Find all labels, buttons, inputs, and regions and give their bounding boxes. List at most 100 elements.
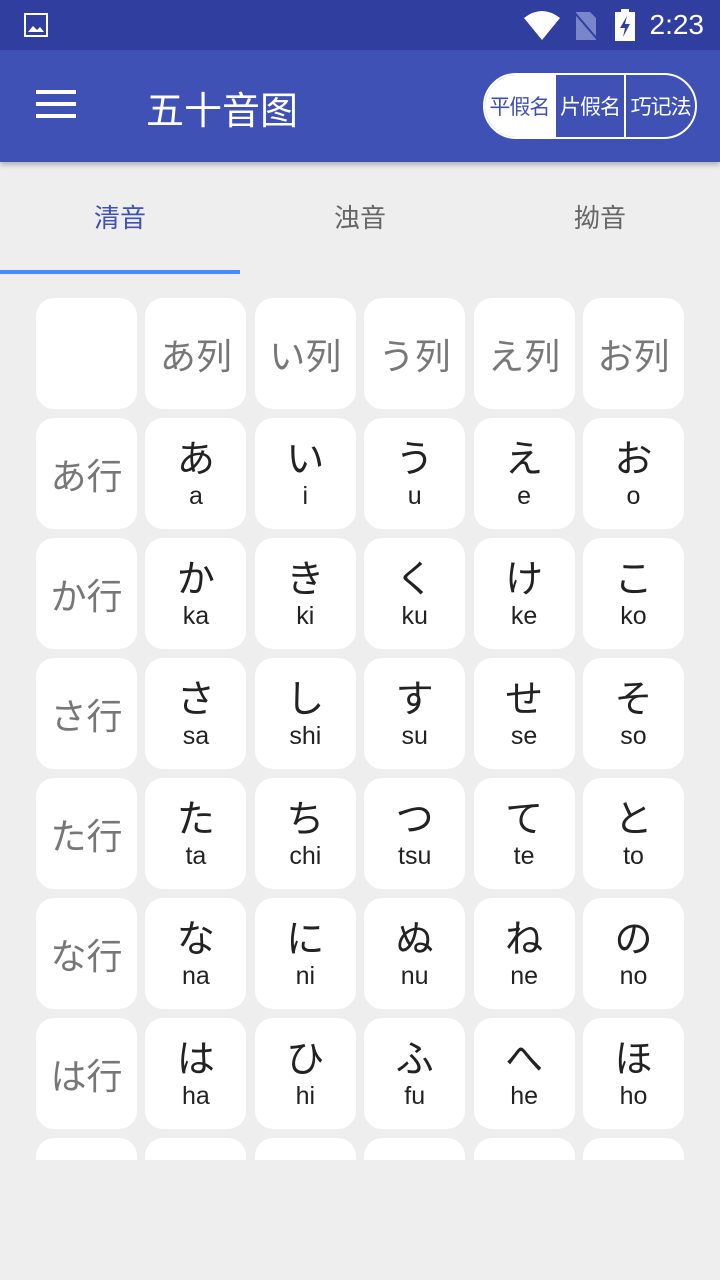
kana: く	[395, 557, 434, 601]
kana-cell[interactable]: へ he	[473, 1018, 575, 1129]
romaji: ko	[620, 602, 647, 630]
kana-cell[interactable]: は ha	[145, 1018, 247, 1129]
kana: う	[395, 437, 434, 481]
menu-icon[interactable]	[36, 90, 76, 120]
tab-seion[interactable]: 清音	[0, 162, 240, 274]
row-label: か行	[50, 576, 123, 618]
romaji: shi	[289, 722, 322, 750]
kana-cell[interactable]: し shi	[254, 658, 356, 769]
romaji: ni	[295, 962, 316, 990]
kana-cell[interactable]: て te	[473, 778, 575, 889]
kana-cell[interactable]: うu	[364, 418, 466, 529]
column-header: あ列	[145, 298, 247, 409]
segment-katakana[interactable]: 片假名	[553, 75, 625, 137]
kana-cell[interactable]	[145, 1138, 247, 1160]
corner-cell	[36, 298, 137, 409]
kana-cell[interactable]: に ni	[254, 898, 356, 1009]
row-header: な行	[36, 898, 137, 1009]
romaji: he	[510, 1082, 538, 1110]
kana: に	[286, 917, 325, 961]
column-label: あ列	[159, 336, 232, 378]
kana: し	[286, 677, 325, 721]
kana-cell[interactable]: あa	[145, 418, 247, 529]
romaji: to	[623, 842, 644, 870]
kana: い	[286, 437, 325, 481]
romaji: ta	[185, 842, 207, 870]
romaji: ha	[181, 1082, 210, 1110]
kana-cell[interactable]: な na	[145, 898, 247, 1009]
tab-youon[interactable]: 拗音	[480, 162, 720, 274]
kana-cell[interactable]: ふ fu	[364, 1018, 466, 1129]
romaji: a	[188, 482, 203, 510]
kana-cell[interactable]	[473, 1138, 575, 1160]
kana: す	[395, 677, 434, 721]
kana-cell[interactable]	[583, 1138, 684, 1160]
segment-hiragana[interactable]: 平假名	[485, 75, 554, 137]
row-label: た行	[50, 816, 123, 858]
romaji: su	[401, 722, 428, 750]
no-sim-icon	[574, 12, 598, 40]
romaji: so	[620, 722, 647, 750]
kana-cell[interactable]: と to	[583, 778, 684, 889]
kana-cell[interactable]: か ka	[145, 538, 247, 649]
kana: と	[614, 797, 653, 841]
kana-cell[interactable]: す su	[364, 658, 466, 769]
kana-cell[interactable]: えe	[473, 418, 575, 529]
kana: ね	[505, 917, 544, 961]
column-header: い列	[254, 298, 356, 409]
kana-cell[interactable]: ち chi	[254, 778, 356, 889]
kana-cell[interactable]: そ so	[583, 658, 684, 769]
kana: せ	[505, 677, 544, 721]
kana: ほ	[614, 1037, 653, 1081]
kana-cell[interactable]: く ku	[364, 538, 466, 649]
script-toggle: 平假名 片假名 巧记法	[483, 73, 697, 139]
column-label: お列	[597, 336, 670, 378]
kana: あ	[176, 437, 215, 481]
kana: て	[505, 797, 544, 841]
kana-cell[interactable]: た ta	[145, 778, 247, 889]
kana-cell[interactable]: つ tsu	[364, 778, 466, 889]
romaji: ne	[510, 962, 538, 990]
column-label: う列	[378, 336, 451, 378]
column-label: い列	[269, 336, 342, 378]
kana: ひ	[286, 1037, 325, 1081]
romaji: ho	[619, 1082, 648, 1110]
kana-cell[interactable]: の no	[583, 898, 684, 1009]
kana-cell[interactable]: ぬ nu	[364, 898, 466, 1009]
kana: な	[176, 917, 215, 961]
kana-grid: あ列 い列 う列 え列 お列 あ行あ a い i う u え e お o か行か ka き ki く ku け ke こ ko さ…	[36, 298, 686, 1160]
kana-cell[interactable]: ね ne	[473, 898, 575, 1009]
kana: え	[505, 437, 544, 481]
kana-cell[interactable]: さ sa	[145, 658, 247, 769]
column-label: え列	[488, 336, 561, 378]
kana: た	[176, 797, 215, 841]
kana: つ	[395, 797, 434, 841]
column-header: お列	[583, 298, 684, 409]
kana-cell[interactable]: いi	[254, 418, 356, 529]
kana-cell[interactable]: おo	[583, 418, 684, 529]
row-header: さ行	[36, 658, 137, 769]
status-bar: 2:23	[0, 0, 720, 50]
column-header: う列	[364, 298, 466, 409]
tab-dakuon[interactable]: 浊音	[240, 162, 480, 274]
row-label: さ行	[50, 696, 123, 738]
kana-cell[interactable]: け ke	[473, 538, 575, 649]
kana-cell[interactable]: ほ ho	[583, 1018, 684, 1129]
kana-cell[interactable]: き ki	[254, 538, 356, 649]
kana-cell[interactable]: せ se	[473, 658, 575, 769]
row-label: あ行	[50, 456, 123, 498]
kana-cell[interactable]: ひ hi	[254, 1018, 356, 1129]
image-icon	[24, 13, 48, 37]
segment-mnemonics[interactable]: 巧记法	[624, 75, 695, 137]
romaji: ke	[510, 602, 538, 630]
kana-cell[interactable]: こ ko	[583, 538, 684, 649]
romaji: o	[626, 482, 641, 510]
row-header: は行	[36, 1018, 137, 1129]
app-bar: 五十音图 平假名 片假名 巧记法	[0, 50, 720, 162]
romaji: u	[407, 482, 422, 510]
kana-cell[interactable]	[364, 1138, 466, 1160]
tab-bar: 清音 浊音 拗音	[0, 162, 720, 274]
kana-cell[interactable]	[254, 1138, 356, 1160]
kana: こ	[614, 557, 653, 601]
kana: ち	[286, 797, 325, 841]
